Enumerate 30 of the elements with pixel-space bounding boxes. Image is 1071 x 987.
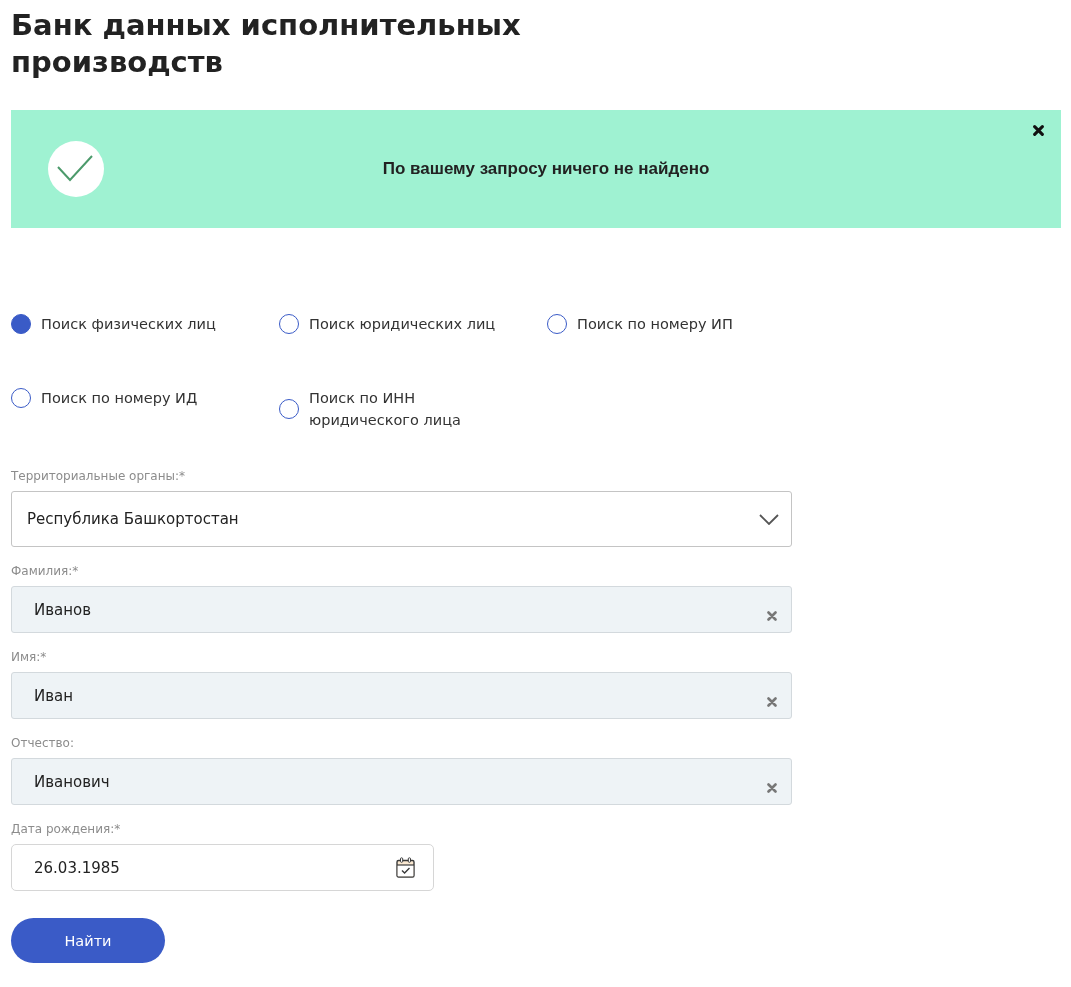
input-field[interactable]: Иванов: [11, 586, 792, 633]
check-icon: [48, 141, 104, 197]
page-title: Банк данных исполнительных производств: [11, 7, 522, 81]
field-label: Отчество:: [11, 735, 74, 751]
radio-option[interactable]: Поиск по номеру ИП: [547, 313, 733, 335]
field-label: Имя:*: [11, 649, 47, 665]
search-button[interactable]: Найти: [11, 918, 165, 963]
date-field[interactable]: 26.03.1985: [11, 844, 434, 891]
radio-option[interactable]: Поиск физических лиц: [11, 313, 216, 335]
clear-icon[interactable]: [767, 697, 777, 707]
radio-icon[interactable]: [279, 399, 299, 419]
select-field[interactable]: Республика Башкортостан: [11, 491, 792, 547]
clear-icon[interactable]: [767, 611, 777, 621]
chevron-down-icon: [759, 513, 779, 525]
close-icon[interactable]: [1033, 125, 1044, 136]
radio-icon[interactable]: [279, 314, 299, 334]
clear-icon[interactable]: [767, 783, 777, 793]
field-label: Фамилия:*: [11, 563, 79, 579]
radio-option[interactable]: Поиск по номеру ИД: [11, 387, 198, 409]
radio-option[interactable]: Поиск по ИНН юридического лица: [279, 387, 514, 431]
field-label: Дата рождения:*: [11, 821, 121, 837]
alert-message: По вашему запросу ничего не найдено: [382, 159, 710, 179]
radio-icon[interactable]: [11, 388, 31, 408]
radio-icon[interactable]: [11, 314, 31, 334]
input-field[interactable]: Иванович: [11, 758, 792, 805]
field-label: Территориальные органы:*: [11, 468, 186, 484]
calendar-icon[interactable]: [396, 857, 415, 878]
radio-option[interactable]: Поиск юридических лиц: [279, 313, 496, 335]
input-field[interactable]: Иван: [11, 672, 792, 719]
radio-icon[interactable]: [547, 314, 567, 334]
